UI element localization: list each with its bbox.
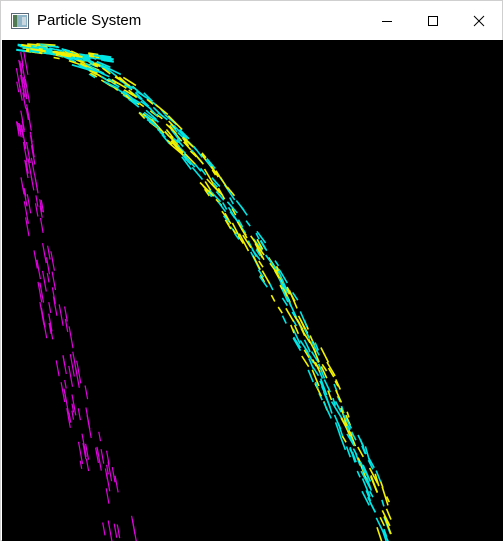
particle-streak [85,458,90,472]
particle-streak [114,475,119,493]
particle-streak [379,516,386,527]
particle-streak [301,355,310,368]
particle-streak [105,488,110,504]
particle-streak [235,200,245,211]
particle-streak [229,197,234,205]
particle-streak [30,176,35,191]
particle-streak [46,273,50,283]
close-button[interactable] [456,1,502,40]
particle-streak [277,306,283,314]
particle-streak [68,326,74,349]
particle-streak [111,466,116,483]
particle-streak [148,106,159,118]
particle-streak [36,259,41,280]
particle-streak [79,460,83,469]
particle-streak [48,302,52,314]
window-controls [364,1,502,40]
particle-streak [53,56,60,60]
minimize-button[interactable] [364,1,410,40]
particle-streak [40,307,46,328]
particle-streak [86,415,92,439]
particle-streak [45,257,51,275]
particle-streak [20,177,25,195]
particle-streak [77,408,81,421]
particle-streak [16,81,20,93]
particle-streak [77,441,84,465]
particle-streak [357,434,365,447]
particle-streak [23,51,29,75]
particle-streak [106,464,109,475]
minimize-icon [382,20,392,22]
particle-canvas[interactable] [2,40,503,541]
particle-streak [47,245,51,260]
particle-system-window: Particle System [0,0,503,541]
particle-streak [55,360,60,377]
particle-layer [15,43,392,541]
particle-streak [42,270,47,292]
particle-streak [58,304,64,326]
particle-streak [131,519,137,541]
particle-streak [64,379,67,389]
maximize-icon [428,15,438,26]
particle-streak [113,523,118,538]
particle-streak [381,499,385,507]
particle-streak [50,251,55,271]
particle-streak [281,315,287,324]
window-title: Particle System [37,12,142,29]
particle-streak [194,163,202,172]
particle-streak [26,194,32,214]
particle-streak [39,217,44,234]
particle-streak [107,520,113,541]
particle-streak [98,431,102,442]
particle-streak [265,254,278,271]
particle-streak [28,120,32,131]
particle-streak [33,250,38,269]
app-window-icon [11,12,29,29]
particle-streak [68,365,74,387]
particle-streak [219,176,229,190]
particle-streak [356,470,361,478]
particle-streak [42,243,47,264]
particle-streak [102,522,106,536]
particle-streak [84,385,89,400]
particle-streak [62,355,67,375]
particle-streak [245,220,251,227]
particle-streak [27,43,38,46]
particle-streak [385,508,392,520]
particle-streak [320,347,330,363]
particle-streak [292,337,302,352]
close-icon [473,15,485,26]
particle-streak [16,48,27,53]
title-bar[interactable]: Particle System [1,1,502,40]
particle-streak [51,271,57,291]
particle-streak [116,524,121,539]
particle-streak [107,461,113,482]
particle-streak [270,294,276,302]
particle-streak [34,178,39,192]
maximize-button[interactable] [410,1,456,40]
particle-streak [335,389,343,403]
particle-streak [379,480,384,488]
particle-streak [274,260,280,267]
particle-streak [100,449,105,464]
